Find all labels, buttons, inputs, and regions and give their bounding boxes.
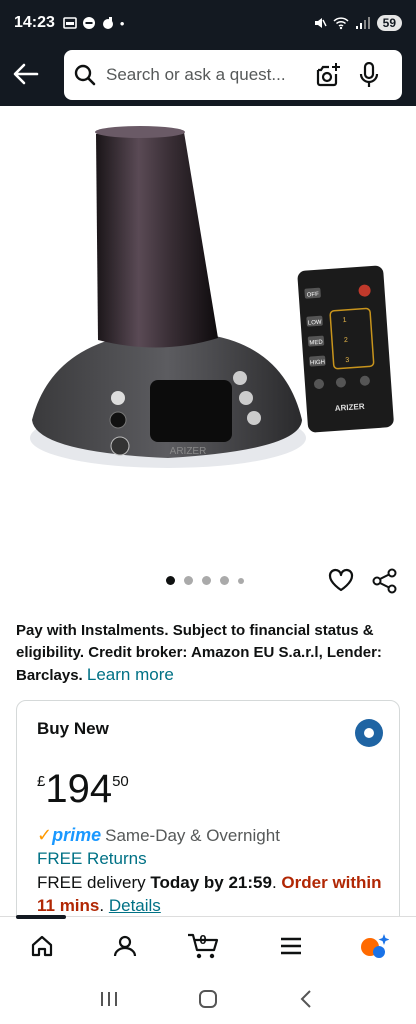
product-image[interactable]: ARIZER OFF LOW MED HIGH 1 2 3 ARIZER — [20, 120, 396, 492]
back-button[interactable] — [12, 60, 40, 88]
product-photo: ARIZER OFF LOW MED HIGH 1 2 3 ARIZER — [30, 126, 394, 468]
price: £ 194 50 — [37, 767, 129, 811]
delivery-prefix: FREE delivery — [37, 873, 146, 892]
nav-menu[interactable] — [250, 917, 333, 974]
nav-account[interactable] — [83, 917, 166, 974]
wifi-icon — [333, 17, 349, 30]
delivery-date: Today by 21:59 — [150, 873, 272, 892]
prime-check-icon: ✓ — [37, 825, 53, 845]
bottom-navigation: 0 — [0, 915, 416, 974]
active-tab-indicator — [16, 915, 66, 919]
image-carousel-indicator[interactable] — [166, 576, 244, 585]
camera-search-button[interactable] — [314, 61, 342, 89]
back-nav-icon[interactable] — [296, 988, 318, 1010]
instalments-text: Pay with Instalments. Subject to financi… — [16, 622, 382, 684]
status-notification-icons: • — [63, 15, 125, 31]
microphone-icon — [359, 62, 379, 87]
header: Search or ask a quest... — [0, 46, 416, 106]
nav-home[interactable] — [0, 917, 83, 974]
price-fraction: 50 — [112, 773, 129, 790]
gallery-notification-icon — [63, 17, 77, 29]
buy-box: Buy New £ 194 50 ✓ prime Same-Day & Over… — [16, 700, 400, 940]
remote-button-3-label: 3 — [345, 357, 349, 364]
carousel-dot[interactable] — [238, 577, 244, 584]
share-icon — [372, 568, 397, 594]
prime-delivery: ✓ prime Same-Day & Overnight — [37, 825, 280, 846]
search-bar[interactable]: Search or ask a quest... — [64, 50, 402, 100]
heart-icon — [328, 568, 354, 592]
mute-icon — [314, 18, 327, 28]
status-bar: 14:23 • 59 — [0, 0, 416, 46]
instalments-notice: Pay with Instalments. Subject to financi… — [16, 620, 400, 687]
home-button-icon[interactable] — [197, 988, 219, 1010]
system-navigation — [0, 974, 416, 1024]
carousel-dot[interactable] — [202, 576, 211, 585]
nav-assistant[interactable] — [333, 917, 416, 974]
buy-new-radio[interactable] — [355, 719, 383, 747]
remote-button-low-label: LOW — [308, 320, 322, 327]
status-time: 14:23 — [14, 14, 55, 31]
menu-icon — [281, 937, 302, 954]
device-brand-label: ARIZER — [170, 446, 207, 457]
search-input[interactable]: Search or ask a quest... — [106, 65, 302, 85]
share-button[interactable] — [372, 568, 400, 596]
cart-count: 0 — [199, 932, 207, 947]
nav-cart[interactable]: 0 — [166, 917, 249, 974]
price-whole: 194 — [45, 767, 113, 811]
prime-delivery-text: Same-Day & Overnight — [105, 825, 280, 845]
learn-more-link[interactable]: Learn more — [87, 665, 174, 684]
remote-button-med-label: MED — [309, 340, 323, 347]
person-icon — [113, 935, 136, 956]
chat-notification-icon — [82, 17, 95, 29]
buy-new-title: Buy New — [37, 719, 109, 738]
price-symbol: £ — [37, 773, 46, 790]
add-to-list-button[interactable] — [328, 568, 356, 596]
app-notification-icon — [102, 17, 113, 29]
delivery-period: . — [99, 896, 105, 915]
signal-icon — [355, 17, 370, 29]
remote-button-1-label: 1 — [342, 317, 346, 324]
home-icon — [31, 935, 52, 956]
voice-search-button[interactable] — [356, 61, 382, 89]
battery-indicator: 59 — [376, 15, 402, 31]
status-right: 59 — [313, 15, 402, 31]
recent-apps-icon[interactable] — [98, 989, 120, 1009]
remote-button-2-label: 2 — [344, 337, 348, 344]
details-link[interactable]: Details — [109, 896, 161, 915]
remote-button-high-label: HIGH — [310, 360, 325, 367]
arrow-left-icon — [13, 63, 39, 85]
remote-button-off-label: OFF — [307, 292, 320, 299]
delivery-info: FREE delivery Today by 21:59. Order with… — [37, 871, 387, 917]
delivery-period: . — [271, 873, 277, 892]
carousel-dot[interactable] — [220, 576, 229, 585]
carousel-dot[interactable] — [166, 576, 175, 585]
more-notifications-icon: • — [119, 15, 125, 31]
assistant-icon — [361, 933, 390, 958]
camera-lens-icon — [316, 63, 340, 87]
carousel-dot[interactable] — [184, 576, 193, 585]
search-icon — [74, 64, 96, 86]
free-returns-link[interactable]: FREE Returns — [37, 849, 147, 869]
prime-logo: prime — [52, 825, 102, 845]
